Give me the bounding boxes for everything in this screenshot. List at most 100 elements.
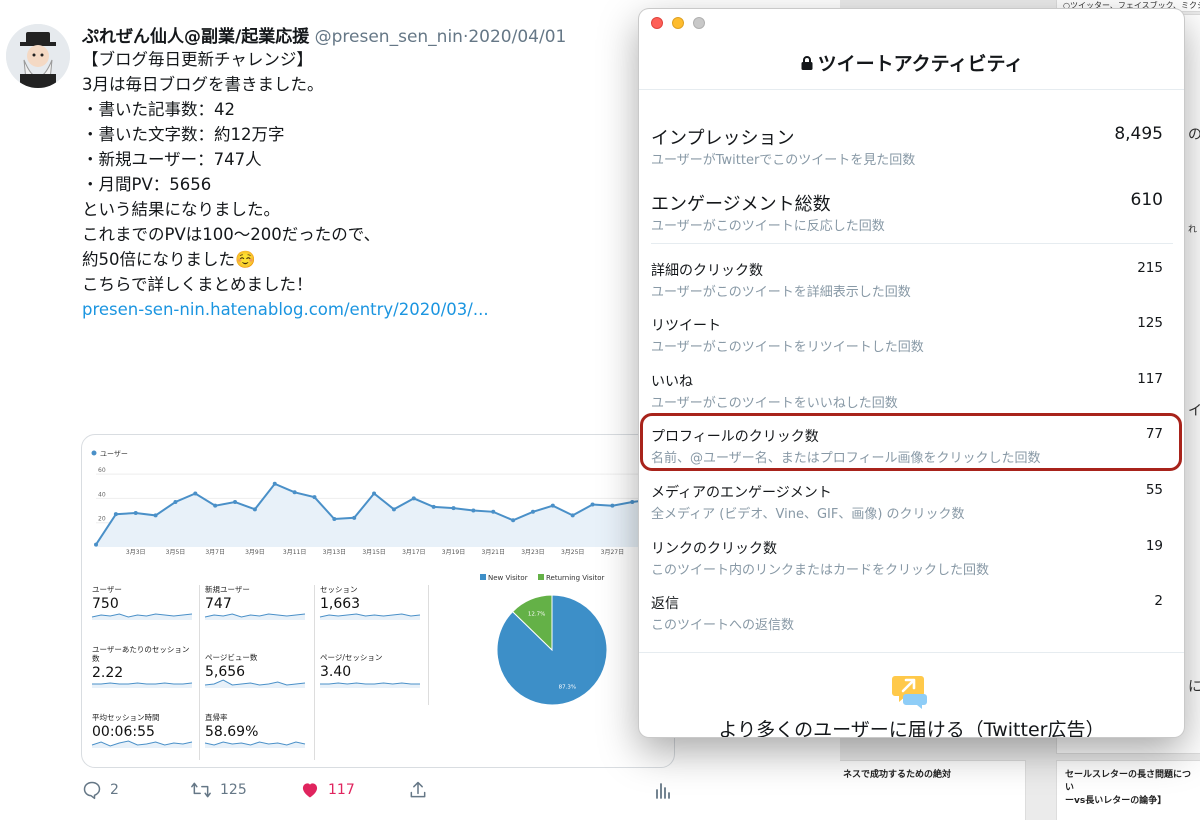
data-point	[352, 515, 357, 520]
data-point	[312, 495, 317, 500]
metric-sessions-per-user: ユーザーあたりのセッション数 2.22	[92, 645, 196, 681]
stat-label: メディアのエンゲージメント	[651, 485, 832, 501]
sparkline	[91, 613, 193, 618]
tweet-actions: 2 125 117	[82, 780, 682, 806]
background-card-right-bottom[interactable]: セールスレターの長さ問題につい ーvs長いレターの論争】	[1056, 760, 1200, 820]
data-point	[610, 503, 615, 508]
stat-value: 8,495	[1114, 124, 1163, 144]
stat-description: このツイートへの返信数	[651, 618, 795, 633]
metric-value: 5,656	[205, 664, 246, 680]
share-icon	[410, 781, 426, 798]
data-point	[133, 510, 138, 515]
metric-avg-session-duration: 平均セッション時間 00:06:55	[92, 713, 196, 740]
tweet-line: これまでのPVは100〜200だったので、	[82, 225, 381, 244]
y-tick-label: 60	[98, 467, 106, 474]
data-point	[451, 506, 456, 511]
share-button[interactable]	[408, 780, 436, 800]
like-count: 117	[328, 782, 355, 798]
retweet-button[interactable]: 125	[190, 780, 247, 800]
stat-label: エンゲージメント総数	[651, 194, 831, 215]
stats-divider	[651, 243, 1173, 244]
data-point	[431, 504, 436, 509]
tweet-image-analytics[interactable]: ユーザー 60 40 20 3月3日 3月5日 3月7日 3月9日 3月11日 3月13日 3月…	[81, 434, 675, 768]
sparkline	[204, 741, 306, 746]
data-point	[530, 509, 535, 514]
stat-value: 215	[1137, 260, 1163, 276]
stat-description: このツイート内のリンクまたはカードをクリックした回数	[651, 563, 990, 578]
x-tick-label: 3月7日	[205, 549, 225, 556]
metric-value: 1,663	[320, 596, 361, 612]
zoom-button[interactable]	[693, 17, 705, 29]
sparkline-fill	[320, 614, 420, 620]
data-point	[411, 496, 416, 501]
metric-label: 直帰率	[205, 713, 228, 722]
stat-label: インプレッション	[651, 128, 795, 149]
analytics-icon	[656, 783, 670, 799]
stat-description: ユーザーがこのツイートを詳細表示した回数	[651, 285, 911, 300]
y-tick-label: 40	[98, 491, 106, 498]
sparkline-fill	[205, 742, 305, 748]
heart-icon	[302, 783, 318, 798]
x-tick-label: 3月19日	[442, 549, 465, 556]
pie-slice	[511, 594, 553, 652]
metric-value: 2.22	[92, 665, 124, 681]
data-point	[113, 512, 118, 517]
background-card-title: セールスレターの長さ問題につい ーvs長いレターの論争】	[1065, 770, 1192, 807]
close-button[interactable]	[651, 17, 663, 29]
sparkline	[91, 740, 193, 747]
data-point	[391, 507, 396, 512]
window-title-text: ツイートアクティビティ	[817, 53, 1024, 75]
stat-description: ユーザーがこのツイートをリツイートした回数	[651, 340, 924, 355]
sparkline-fill	[92, 683, 192, 688]
data-point	[94, 542, 98, 547]
metric-pageviews: ページビュー数 5,656	[205, 653, 309, 680]
tweet-line: ・書いた記事数：42	[82, 100, 235, 119]
author-name[interactable]: ぷれぜん仙人@副業/起業応援	[82, 27, 309, 47]
tweet-header: ぷれぜん仙人@副業/起業応援 @presen_sen_nin·2020/04/0…	[82, 22, 566, 47]
background-edge-char: れ	[1188, 225, 1198, 235]
area-fill	[96, 483, 672, 547]
legend-label: ユーザー	[100, 450, 128, 458]
stat-value: 2	[1154, 593, 1163, 609]
sparkline-fill	[205, 614, 305, 620]
x-tick-label: 3月9日	[245, 549, 265, 556]
window-titlebar[interactable]	[639, 9, 1184, 37]
stat-description: 名前、@ユーザー名、またはプロフィール画像をクリックした回数	[651, 451, 1041, 466]
reply-button[interactable]: 2	[82, 780, 119, 800]
avatar[interactable]	[6, 24, 70, 88]
x-tick-label: 3月5日	[166, 549, 186, 556]
tweet-date[interactable]: 2020/04/01	[468, 27, 566, 47]
metric-users: ユーザー 750	[92, 585, 196, 612]
background-edge-char: イ	[1188, 403, 1200, 419]
metric-label: ページビュー数	[205, 653, 258, 662]
tweet-analytics-button[interactable]	[654, 780, 680, 800]
tweet-line: という結果になりました。	[82, 200, 280, 219]
stat-value: 77	[1145, 426, 1163, 442]
promote-tweet-link[interactable]: より多くのユーザーに届ける（Twitter広告）	[639, 715, 1184, 737]
stat-value: 55	[1145, 482, 1163, 498]
data-point	[590, 502, 595, 507]
x-tick-label: 3月15日	[362, 549, 385, 556]
window-title: ツイートアクティビティ	[639, 49, 1184, 76]
tweet-link[interactable]: presen-sen-nin.hatenablog.com/entry/2020…	[82, 297, 489, 322]
tweet-line: 【ブログ毎日更新チャレンジ】	[82, 50, 313, 69]
tweet-line: ・月間PV：5656	[82, 175, 212, 194]
author-handle[interactable]: @presen_sen_nin	[315, 27, 463, 47]
stat-label: 返信	[651, 596, 679, 612]
retweet-count: 125	[220, 782, 247, 798]
tweet-line: こちらで詳しくまとめました！	[82, 275, 313, 294]
background-edge-char: の	[1188, 127, 1200, 143]
data-point	[511, 518, 516, 523]
background-card-left-bottom[interactable]: ネスで成功するための絶対	[834, 760, 1026, 820]
metric-value: 58.69%	[205, 724, 259, 740]
minimize-button[interactable]	[672, 17, 684, 29]
data-point	[252, 507, 257, 512]
data-point	[292, 490, 297, 495]
pie-slice	[496, 594, 608, 706]
sparkline-fill	[92, 741, 192, 748]
stat-label: リツイート	[651, 318, 721, 334]
pie-label: 12.7%	[528, 612, 545, 618]
reply-count: 2	[110, 782, 119, 798]
lock-icon	[801, 56, 813, 70]
like-button[interactable]: 117	[300, 780, 355, 800]
